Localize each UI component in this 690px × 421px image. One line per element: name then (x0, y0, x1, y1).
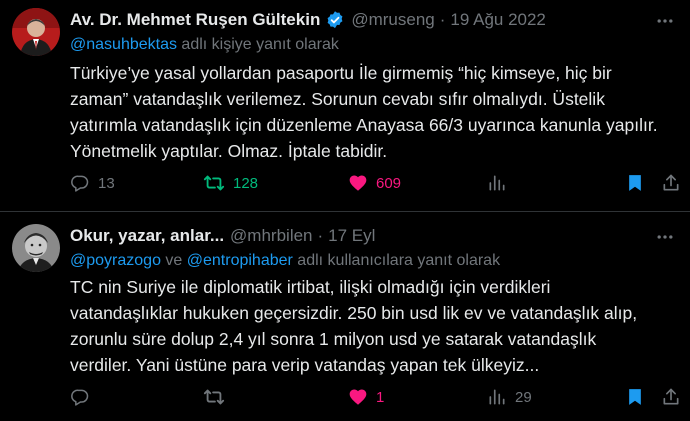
tweet-text-line: verdiler. Yani üstüne para verip vatanda… (70, 355, 540, 375)
avatar[interactable] (12, 8, 60, 56)
bookmark-icon (625, 173, 645, 193)
retweet-icon (203, 172, 225, 194)
like-count: 1 (376, 388, 385, 406)
reply-bubble-icon (70, 173, 90, 193)
heart-icon (348, 173, 368, 193)
tweet-text-line: zaman” vatandaşlık verilemez. Sorunun ce… (70, 89, 605, 109)
share-button[interactable] (661, 171, 681, 195)
author-handle[interactable]: @mhrbilen (230, 226, 312, 246)
mention-link[interactable]: @nasuhbektas (70, 36, 177, 53)
tweet-text: Türkiye’ye yasal yollardan pasaportu İle… (70, 60, 682, 164)
tweet-date[interactable]: 19 Ağu 2022 (450, 10, 545, 30)
retweet-button[interactable] (203, 385, 233, 409)
like-button[interactable]: 609 (348, 171, 401, 195)
tweet-date[interactable]: 17 Eyl (328, 226, 375, 246)
tweet-header: Av. Dr. Mehmet Ruşen Gültekin @mruseng ·… (70, 8, 650, 32)
author-name[interactable]: Av. Dr. Mehmet Ruşen Gültekin (70, 10, 320, 30)
tweet-text-line: yatırımla vatandaşlık için düzenleme Ana… (70, 115, 658, 135)
retweet-count: 128 (233, 174, 259, 192)
tweet-text-line: TC nin Suriye ile diplomatik irtibat, il… (70, 277, 551, 297)
more-horizontal-icon[interactable] (654, 10, 676, 32)
replying-to: @poyrazogo ve @entropihaber adlı kullanı… (70, 252, 500, 274)
verified-badge-icon (325, 10, 345, 30)
share-icon (661, 173, 681, 193)
author-handle[interactable]: @mruseng (351, 10, 434, 30)
action-bar: 1 29 (70, 385, 681, 409)
reply-suffix: adlı kişiye yanıt olarak (176, 36, 339, 53)
tweet-header: Okur, yazar, anlar... @mhrbilen · 17 Eyl (70, 224, 650, 248)
tweet-text-line: vatandaşlıklar hukuken geçersizdir. 250 … (70, 303, 638, 323)
bookmark-button[interactable] (625, 171, 645, 195)
reply-suffix: adlı kullanıcılara yanıt olarak (292, 252, 501, 269)
separator-dot: · (439, 10, 446, 29)
tweet-text: TC nin Suriye ile diplomatik irtibat, il… (70, 274, 682, 378)
avatar[interactable] (12, 224, 60, 272)
replying-to: @nasuhbektas adlı kişiye yanıt olarak (70, 36, 339, 58)
tweet-item[interactable]: Av. Dr. Mehmet Ruşen Gültekin @mruseng ·… (0, 0, 690, 212)
views-button[interactable]: 29 (487, 385, 532, 409)
views-button[interactable] (487, 171, 515, 195)
more-horizontal-icon[interactable] (654, 226, 676, 248)
action-bar: 13 128 609 (70, 171, 681, 195)
reply-button[interactable]: 13 (70, 171, 115, 195)
heart-icon (348, 387, 368, 407)
mention-link[interactable]: @entropihaber (187, 252, 293, 269)
reply-bubble-icon (70, 387, 90, 407)
share-icon (661, 387, 681, 407)
views-bar-chart-icon (487, 387, 507, 407)
bookmark-icon (625, 387, 645, 407)
like-count: 609 (376, 174, 402, 192)
reply-joiner: ve (160, 252, 187, 269)
reply-count: 13 (98, 174, 115, 192)
bookmark-button[interactable] (625, 385, 645, 409)
retweet-button[interactable]: 128 (203, 171, 258, 195)
author-name[interactable]: Okur, yazar, anlar... (70, 226, 224, 246)
reply-button[interactable] (70, 385, 98, 409)
retweet-icon (203, 386, 225, 408)
mention-link[interactable]: @poyrazogo (70, 252, 161, 269)
like-button[interactable]: 1 (348, 385, 384, 409)
tweet-text-line: zorunlu süre dolup 2,4 yıl sonra 1 milyo… (70, 329, 597, 349)
views-bar-chart-icon (487, 173, 507, 193)
views-count: 29 (515, 388, 532, 406)
tweet-text-line: Türkiye’ye yasal yollardan pasaportu İle… (70, 63, 612, 83)
separator-dot: · (317, 226, 324, 245)
share-button[interactable] (661, 385, 681, 409)
tweet-text-line: Yönetmelik yaptılar. Olmaz. İptale tabid… (70, 141, 388, 161)
tweet-item[interactable]: Okur, yazar, anlar... @mhrbilen · 17 Eyl… (0, 212, 690, 421)
